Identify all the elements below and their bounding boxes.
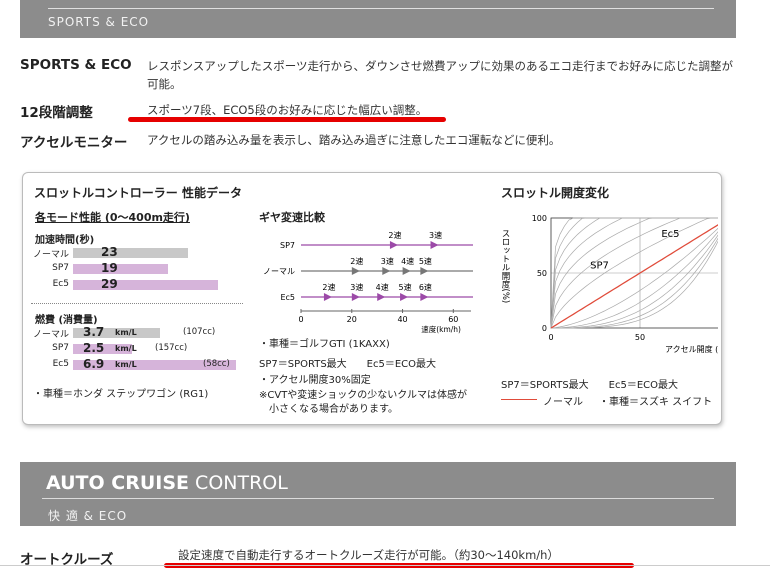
gear-cvt-note: ※CVTや変速ショックの少ないクルマは体感が — [259, 390, 468, 401]
gear-x-tick-label: 40 — [397, 315, 407, 324]
gear-shift-marker — [377, 293, 386, 301]
feature-label: SPORTS & ECO — [20, 57, 132, 73]
gear-shift-label: 3速 — [429, 231, 442, 240]
modes-note: ・車種＝ホンダ ステップワゴン (RG1) — [33, 389, 209, 400]
accel-row-label: Ec5 — [52, 279, 69, 289]
throttle-chart: 100500050100アクセル開度 (%)スロットル開度(%)SP7Ec5 — [500, 214, 718, 354]
gear-shift-marker — [382, 267, 391, 275]
gear-car-note: ・車種＝ゴルフGTI (1KAXX) — [259, 339, 390, 350]
throttle-y-tick-label: 100 — [532, 214, 547, 223]
throttle-y-tick-label: 0 — [542, 324, 547, 333]
feature-desc: アクセルの踏み込み量を表示し、踏み込み過ぎに注意したエコ運転などに便利。 — [147, 133, 561, 147]
throttle-y-axis-label: スロットル開度(%) — [500, 229, 510, 303]
card-title: スロットルコントローラー 性能データ — [34, 186, 242, 200]
fuel-bar-value: 2.5 — [83, 341, 105, 355]
throttle-car-note: ・車種＝スズキ スイフト — [599, 397, 713, 408]
normal-legend-label: ノーマル — [543, 397, 583, 408]
gear-row-label: SP7 — [280, 241, 295, 250]
gear-x-tick-label: 60 — [448, 315, 458, 324]
gear-accel-note: ・アクセル開度30%固定 — [259, 375, 371, 386]
gear-shift-marker — [400, 293, 409, 301]
accel-bar-value: 23 — [101, 245, 118, 259]
throttle-y-tick-label: 50 — [537, 269, 547, 278]
gear-shift-label: 3速 — [350, 283, 363, 292]
accel-label: 加速時間(秒) — [35, 235, 95, 246]
gear-shift-marker — [389, 241, 398, 249]
section-subtitle: 快 適 & ECO — [48, 509, 128, 523]
section-title-light: CONTROL — [189, 472, 288, 494]
section-title-bold: AUTO CRUISE — [46, 472, 190, 494]
gear-shift-label: 6速 — [419, 283, 432, 292]
gear-legend: SP7＝SPORTS最大 Ec5＝ECO最大 — [259, 359, 437, 370]
gear-shift-marker — [351, 267, 360, 275]
gear-chart: SP72速 3速ノーマル2速 3速 4速 5速Ec52速 3速 4速 5速 6速0 20 40 60速… — [263, 231, 473, 334]
gear-heading: ギヤ変速比較 — [259, 211, 325, 224]
gear-shift-label: 2速 — [350, 257, 363, 266]
normal-legend-swatch — [501, 399, 537, 400]
fuel-row-label: Ec5 — [52, 359, 69, 369]
fuel-row-label: ノーマル — [33, 330, 70, 340]
fuel-bar-cc: (107cc) — [183, 327, 216, 337]
gear-shift-label: 3速 — [381, 257, 394, 266]
performance-data-card: スロットルコントローラー 性能データ 各モード性能 (0～400m走行) 加速時… — [22, 172, 722, 425]
gear-shift-label: 4速 — [376, 283, 389, 292]
section-subtitle: SPORTS & ECO — [48, 15, 150, 29]
gear-shift-marker — [430, 241, 439, 249]
highlight-underline — [128, 117, 446, 122]
gear-shift-label: 5速 — [399, 283, 412, 292]
accel-bar — [73, 264, 168, 274]
throttle-sp7-label: SP7 — [590, 261, 609, 272]
modes-heading: 各モード性能 (0～400m走行) — [35, 211, 190, 224]
fuel-bar-cc: (58cc) — [203, 359, 230, 369]
throttle-x-tick-label: 50 — [635, 333, 645, 342]
throttle-x-tick-label: 0 — [548, 333, 553, 342]
gear-x-tick-label: 0 — [298, 315, 303, 324]
throttle-legend: SP7＝SPORTS最大 Ec5＝ECO最大 — [501, 380, 679, 391]
accel-bar — [73, 280, 218, 290]
gear-shift-label: 2速 — [388, 231, 401, 240]
gear-shift-marker — [420, 293, 429, 301]
gear-row-label: ノーマル — [263, 267, 295, 276]
gear-shift-label: 4速 — [401, 257, 414, 266]
feature-label: アクセルモニター — [20, 135, 128, 151]
fuel-bar-value: 6.9 — [83, 357, 105, 371]
gear-shift-marker — [323, 293, 332, 301]
gear-shift-marker — [402, 267, 411, 275]
section-header-auto-cruise: AUTO CRUISE CONTROL 快 適 & ECO — [20, 462, 736, 526]
fuel-bar-value: 3.7 — [83, 325, 105, 339]
header-divider — [48, 8, 714, 9]
cruise-desc: 設定速度で自動走行するオートクルーズ走行が可能。（約30～140km/h） — [178, 548, 559, 562]
fuel-bar-unit: km/L — [115, 360, 137, 369]
fuel-row-label: SP7 — [52, 343, 69, 353]
gear-row-label: Ec5 — [280, 293, 295, 302]
gear-shift-label: 2速 — [322, 283, 335, 292]
accel-row-label: SP7 — [52, 263, 69, 273]
fuel-bar-unit: km/L — [115, 344, 137, 353]
gear-shift-marker — [420, 267, 429, 275]
accel-bar-value: 29 — [101, 277, 118, 291]
gear-shift-marker — [351, 293, 360, 301]
header-divider — [42, 498, 714, 499]
feature-label: 12段階調整 — [20, 105, 93, 121]
throttle-ec5-label: Ec5 — [661, 229, 679, 240]
gear-x-tick-label: 20 — [347, 315, 357, 324]
chart-divider — [31, 303, 243, 304]
accel-bar-value: 19 — [101, 261, 118, 275]
gear-x-axis-label: 速度(km/h) — [421, 324, 461, 334]
section-title: AUTO CRUISE CONTROL — [46, 472, 288, 494]
throttle-heading: スロットル開度変化 — [501, 186, 610, 200]
throttle-x-axis-label: アクセル開度 (%) — [665, 344, 718, 354]
fuel-bar-cc: (157cc) — [155, 343, 188, 353]
gear-shift-label: 5速 — [419, 257, 432, 266]
accel-bar — [73, 248, 188, 258]
fuel-label: 燃費 (消費量) — [35, 315, 98, 326]
fuel-bar-unit: km/L — [115, 328, 137, 337]
gear-cvt-note-2: 小さくなる場合があります。 — [259, 404, 398, 415]
feature-desc: レスポンスアップしたスポーツ走行から、ダウンさせ燃費アップに効果のあるエコ走行ま… — [147, 59, 734, 91]
section-header-sports-eco: SPORTS & ECO — [20, 0, 736, 38]
page-bottom-rule — [0, 565, 770, 566]
accel-row-label: ノーマル — [33, 250, 70, 260]
